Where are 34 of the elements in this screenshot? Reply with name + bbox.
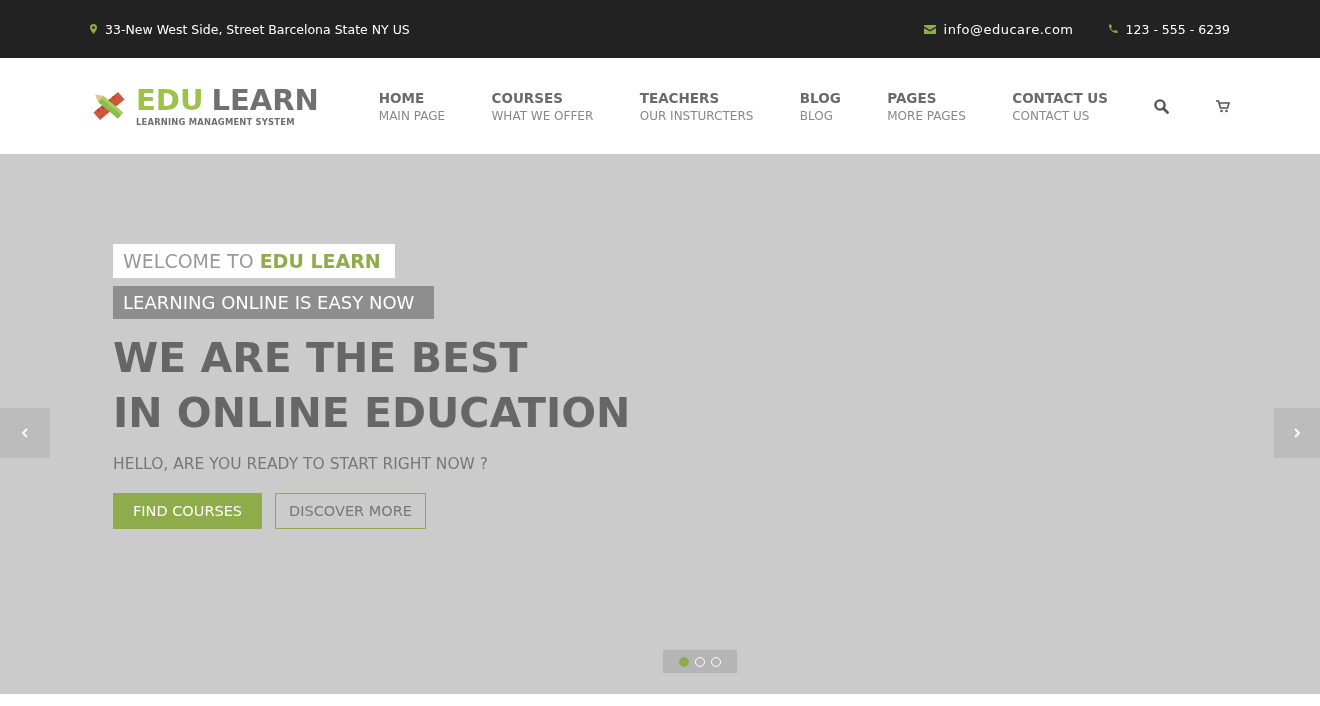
cart-icon[interactable] bbox=[1215, 99, 1230, 113]
previous-slide-button[interactable] bbox=[0, 408, 50, 458]
chevron-left-icon bbox=[21, 428, 29, 438]
nav-subtitle: MORE PAGES bbox=[887, 108, 966, 123]
nav-link[interactable]: COURSES bbox=[491, 89, 594, 106]
logo-tagline: LEARNING MANAGMENT SYSTEM bbox=[136, 116, 296, 127]
nav-subtitle: MAIN PAGE bbox=[378, 108, 446, 123]
phone-text: 123 - 555 - 6239 bbox=[1125, 21, 1230, 37]
nav-link[interactable]: BLOG bbox=[799, 89, 841, 106]
subheading-tag: LEARNING ONLINE IS EASY NOW bbox=[113, 286, 435, 319]
email-text: info@educare.com bbox=[943, 21, 1074, 37]
search-icon[interactable] bbox=[1154, 98, 1170, 114]
hero-subtitle: HELLO, ARE YOU READY TO START RIGHT NOW ? bbox=[113, 455, 489, 473]
slider-dot[interactable] bbox=[679, 656, 689, 667]
logo-text: LEARN bbox=[211, 85, 319, 115]
next-slide-button[interactable] bbox=[1274, 408, 1320, 458]
nav-link[interactable]: TEACHERS bbox=[639, 89, 754, 106]
welcome-tag: WELCOME TO EDU LEARN bbox=[113, 244, 395, 278]
headline: IN ONLINE EDUCATION bbox=[113, 388, 631, 439]
discover-more-button[interactable]: DISCOVER MORE bbox=[275, 493, 426, 529]
address-text: 33-New West Side, Street Barcelona State NY US bbox=[105, 21, 410, 37]
nav-link[interactable]: HOME bbox=[378, 89, 446, 106]
chevron-right-icon bbox=[1293, 428, 1301, 438]
phone-icon bbox=[1107, 24, 1118, 34]
logo-text: EDU bbox=[136, 85, 204, 115]
nav-subtitle: WHAT WE OFFER bbox=[491, 108, 594, 123]
nav-subtitle: BLOG bbox=[799, 108, 835, 123]
envelope-icon bbox=[923, 24, 936, 34]
map-pin-icon bbox=[90, 24, 97, 34]
nav-subtitle: CONTACT US bbox=[1012, 108, 1091, 123]
headline: WE ARE THE BEST bbox=[113, 333, 529, 384]
nav-link[interactable]: CONTACT US bbox=[1012, 89, 1108, 106]
nav-subtitle: OUR INSTURCTERS bbox=[639, 108, 754, 123]
nav-link[interactable]: PAGES bbox=[887, 89, 966, 106]
